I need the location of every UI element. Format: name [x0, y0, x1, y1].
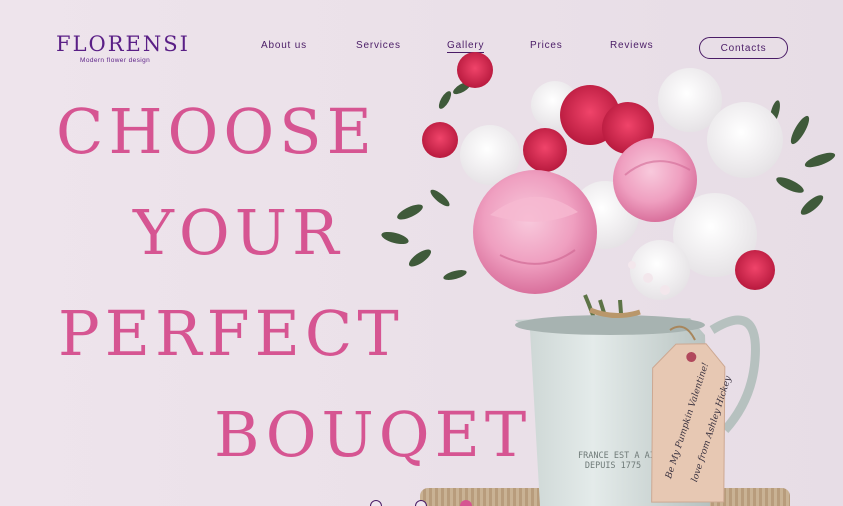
headline-line-2: YOUR	[133, 196, 344, 269]
slider-dot-3[interactable]	[460, 500, 472, 506]
headline-line-1: CHOOSE	[56, 95, 377, 168]
slider-dot-2[interactable]	[415, 500, 427, 506]
headline-line-3: PERFECT	[58, 297, 404, 370]
flowers	[422, 52, 783, 300]
headline-line-4: BOUQET	[214, 398, 532, 471]
jug-stamp-line1: FRANCE EST A AIX	[578, 451, 661, 461]
jug-stamp-line2: DEPUIS 1775	[585, 461, 641, 471]
landing-page: FLORENSI Modern flower design About us S…	[0, 0, 843, 506]
slider-dot-1[interactable]	[370, 500, 382, 506]
gift-tag: Be My Pumpkin Valentine! love from Ashle…	[651, 343, 734, 503]
